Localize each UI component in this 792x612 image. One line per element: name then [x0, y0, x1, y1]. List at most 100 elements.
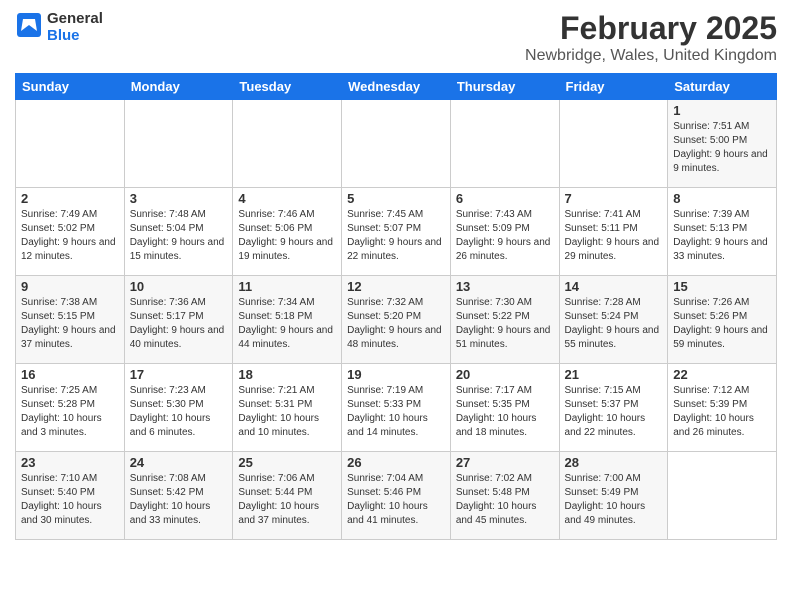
col-header-sunday: Sunday [16, 74, 125, 100]
col-header-saturday: Saturday [668, 74, 777, 100]
day-info: Sunrise: 7:38 AM Sunset: 5:15 PM Dayligh… [21, 296, 119, 352]
week-row-2: 9 Sunrise: 7:38 AM Sunset: 5:15 PM Daylig… [16, 276, 777, 364]
day-cell: 5 Sunrise: 7:45 AM Sunset: 5:07 PM Daylig… [342, 188, 451, 276]
day-number: 21 [565, 367, 663, 382]
day-info: Sunrise: 7:45 AM Sunset: 5:07 PM Dayligh… [347, 208, 445, 264]
day-cell: 13 Sunrise: 7:30 AM Sunset: 5:22 PM Dayli… [450, 276, 559, 364]
day-info: Sunrise: 7:17 AM Sunset: 5:35 PM Dayligh… [456, 384, 554, 440]
day-info: Sunrise: 7:51 AM Sunset: 5:00 PM Dayligh… [673, 120, 771, 176]
day-cell [450, 100, 559, 188]
day-cell: 15 Sunrise: 7:26 AM Sunset: 5:26 PM Dayli… [668, 276, 777, 364]
day-info: Sunrise: 7:15 AM Sunset: 5:37 PM Dayligh… [565, 384, 663, 440]
day-number: 13 [456, 279, 554, 294]
day-info: Sunrise: 7:39 AM Sunset: 5:13 PM Dayligh… [673, 208, 771, 264]
day-number: 22 [673, 367, 771, 382]
calendar-subtitle: Newbridge, Wales, United Kingdom [525, 47, 777, 65]
page: General Blue February 2025 Newbridge, Wa… [0, 0, 792, 612]
day-number: 5 [347, 191, 445, 206]
day-cell: 1 Sunrise: 7:51 AM Sunset: 5:00 PM Daylig… [668, 100, 777, 188]
header-row: SundayMondayTuesdayWednesdayThursdayFrid… [16, 74, 777, 100]
day-cell: 18 Sunrise: 7:21 AM Sunset: 5:31 PM Dayli… [233, 364, 342, 452]
day-number: 11 [238, 279, 336, 294]
col-header-thursday: Thursday [450, 74, 559, 100]
week-row-0: 1 Sunrise: 7:51 AM Sunset: 5:00 PM Daylig… [16, 100, 777, 188]
day-info: Sunrise: 7:06 AM Sunset: 5:44 PM Dayligh… [238, 472, 336, 528]
day-number: 6 [456, 191, 554, 206]
day-cell [16, 100, 125, 188]
day-info: Sunrise: 7:34 AM Sunset: 5:18 PM Dayligh… [238, 296, 336, 352]
day-cell: 22 Sunrise: 7:12 AM Sunset: 5:39 PM Dayli… [668, 364, 777, 452]
day-info: Sunrise: 7:04 AM Sunset: 5:46 PM Dayligh… [347, 472, 445, 528]
day-info: Sunrise: 7:25 AM Sunset: 5:28 PM Dayligh… [21, 384, 119, 440]
day-number: 2 [21, 191, 119, 206]
title-area: February 2025 Newbridge, Wales, United K… [525, 10, 777, 65]
day-number: 19 [347, 367, 445, 382]
day-info: Sunrise: 7:08 AM Sunset: 5:42 PM Dayligh… [130, 472, 228, 528]
day-number: 26 [347, 455, 445, 470]
calendar-title: February 2025 [525, 10, 777, 47]
day-info: Sunrise: 7:32 AM Sunset: 5:20 PM Dayligh… [347, 296, 445, 352]
day-info: Sunrise: 7:36 AM Sunset: 5:17 PM Dayligh… [130, 296, 228, 352]
day-number: 9 [21, 279, 119, 294]
day-number: 18 [238, 367, 336, 382]
calendar-table: SundayMondayTuesdayWednesdayThursdayFrid… [15, 73, 777, 540]
day-cell: 4Sunrise: 7:46 AM Sunset: 5:06 PM Daylig… [233, 188, 342, 276]
day-info: Sunrise: 7:41 AM Sunset: 5:11 PM Dayligh… [565, 208, 663, 264]
col-header-friday: Friday [559, 74, 668, 100]
day-cell: 10 Sunrise: 7:36 AM Sunset: 5:17 PM Dayli… [124, 276, 233, 364]
day-cell: 7 Sunrise: 7:41 AM Sunset: 5:11 PM Daylig… [559, 188, 668, 276]
day-cell: 9 Sunrise: 7:38 AM Sunset: 5:15 PM Daylig… [16, 276, 125, 364]
day-cell: 19 Sunrise: 7:19 AM Sunset: 5:33 PM Dayli… [342, 364, 451, 452]
day-number: 15 [673, 279, 771, 294]
week-row-1: 2 Sunrise: 7:49 AM Sunset: 5:02 PM Daylig… [16, 188, 777, 276]
day-cell: 2 Sunrise: 7:49 AM Sunset: 5:02 PM Daylig… [16, 188, 125, 276]
day-cell: 24Sunrise: 7:08 AM Sunset: 5:42 PM Dayli… [124, 452, 233, 540]
day-cell [124, 100, 233, 188]
day-info: Sunrise: 7:48 AM Sunset: 5:04 PM Dayligh… [130, 208, 228, 264]
day-cell: 3 Sunrise: 7:48 AM Sunset: 5:04 PM Daylig… [124, 188, 233, 276]
day-number: 16 [21, 367, 119, 382]
day-number: 10 [130, 279, 228, 294]
col-header-monday: Monday [124, 74, 233, 100]
day-info: Sunrise: 7:49 AM Sunset: 5:02 PM Dayligh… [21, 208, 119, 264]
day-cell [668, 452, 777, 540]
day-cell: 25Sunrise: 7:06 AM Sunset: 5:44 PM Dayli… [233, 452, 342, 540]
day-cell [233, 100, 342, 188]
day-info: Sunrise: 7:10 AM Sunset: 5:40 PM Dayligh… [21, 472, 119, 528]
day-number: 7 [565, 191, 663, 206]
day-number: 28 [565, 455, 663, 470]
day-cell: 8 Sunrise: 7:39 AM Sunset: 5:13 PM Daylig… [668, 188, 777, 276]
day-cell: 26 Sunrise: 7:04 AM Sunset: 5:46 PM Dayli… [342, 452, 451, 540]
day-cell: 20Sunrise: 7:17 AM Sunset: 5:35 PM Dayli… [450, 364, 559, 452]
logo: General Blue [15, 10, 103, 44]
logo-blue: Blue [47, 27, 103, 44]
day-number: 27 [456, 455, 554, 470]
day-number: 8 [673, 191, 771, 206]
day-number: 4 [238, 191, 336, 206]
day-number: 3 [130, 191, 228, 206]
week-row-3: 16 Sunrise: 7:25 AM Sunset: 5:28 PM Dayli… [16, 364, 777, 452]
day-cell: 16 Sunrise: 7:25 AM Sunset: 5:28 PM Dayli… [16, 364, 125, 452]
day-number: 12 [347, 279, 445, 294]
week-row-4: 23 Sunrise: 7:10 AM Sunset: 5:40 PM Dayli… [16, 452, 777, 540]
day-info: Sunrise: 7:30 AM Sunset: 5:22 PM Dayligh… [456, 296, 554, 352]
day-info: Sunrise: 7:26 AM Sunset: 5:26 PM Dayligh… [673, 296, 771, 352]
day-number: 17 [130, 367, 228, 382]
day-cell: 6Sunrise: 7:43 AM Sunset: 5:09 PM Daylig… [450, 188, 559, 276]
day-number: 1 [673, 103, 771, 118]
col-header-tuesday: Tuesday [233, 74, 342, 100]
day-info: Sunrise: 7:23 AM Sunset: 5:30 PM Dayligh… [130, 384, 228, 440]
day-number: 14 [565, 279, 663, 294]
day-cell [342, 100, 451, 188]
col-header-wednesday: Wednesday [342, 74, 451, 100]
day-info: Sunrise: 7:19 AM Sunset: 5:33 PM Dayligh… [347, 384, 445, 440]
day-info: Sunrise: 7:12 AM Sunset: 5:39 PM Dayligh… [673, 384, 771, 440]
day-info: Sunrise: 7:00 AM Sunset: 5:49 PM Dayligh… [565, 472, 663, 528]
day-number: 23 [21, 455, 119, 470]
day-info: Sunrise: 7:21 AM Sunset: 5:31 PM Dayligh… [238, 384, 336, 440]
day-cell [559, 100, 668, 188]
day-cell: 14Sunrise: 7:28 AM Sunset: 5:24 PM Dayli… [559, 276, 668, 364]
day-cell: 21 Sunrise: 7:15 AM Sunset: 5:37 PM Dayli… [559, 364, 668, 452]
day-cell: 17 Sunrise: 7:23 AM Sunset: 5:30 PM Dayli… [124, 364, 233, 452]
day-cell: 23 Sunrise: 7:10 AM Sunset: 5:40 PM Dayli… [16, 452, 125, 540]
